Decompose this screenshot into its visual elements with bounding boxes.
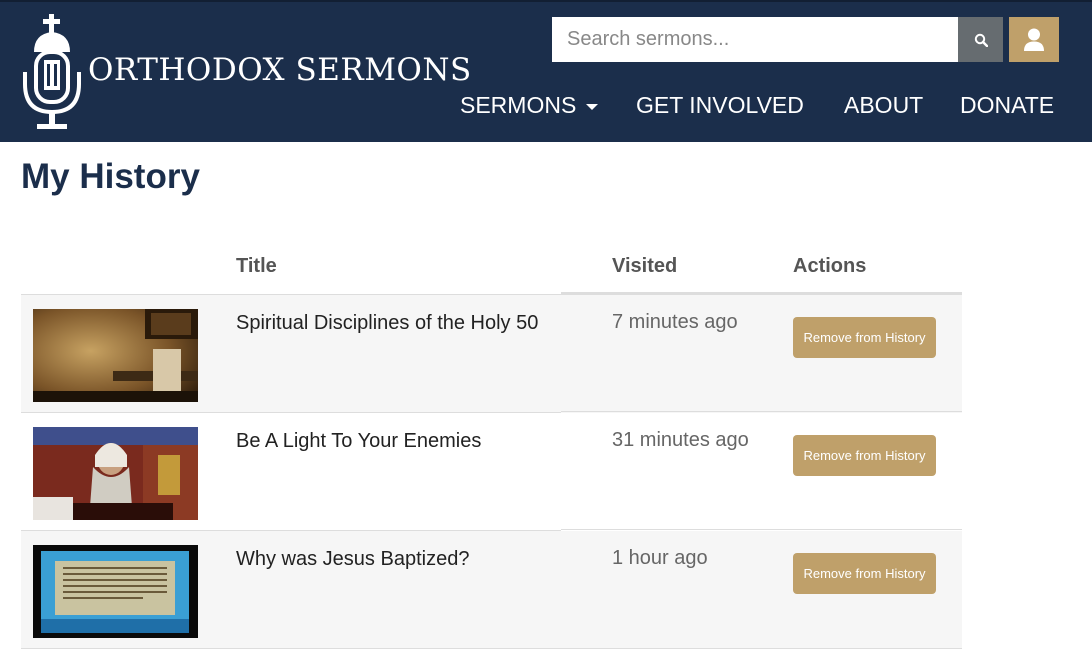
user-account-button[interactable]	[1009, 17, 1059, 62]
nav-sermons-label: SERMONS	[460, 92, 577, 118]
remove-from-history-button[interactable]: Remove from History	[793, 317, 936, 358]
nav-get-involved[interactable]: GET INVOLVED	[636, 92, 804, 119]
visited-time: 1 hour ago	[612, 547, 708, 569]
sermon-title-link[interactable]: Spiritual Disciplines of the Holy 50	[236, 312, 538, 335]
nav-get-involved-label: GET INVOLVED	[636, 92, 804, 118]
nav-donate-label: DONATE	[960, 92, 1055, 118]
sermon-title-link[interactable]: Why was Jesus Baptized?	[236, 548, 469, 571]
nav-about-label: ABOUT	[844, 92, 924, 118]
row-divider	[21, 648, 962, 649]
sermon-thumbnail[interactable]	[33, 545, 198, 638]
remove-from-history-button[interactable]: Remove from History	[793, 553, 936, 594]
user-icon	[1024, 28, 1044, 51]
search-input[interactable]	[552, 17, 958, 62]
row-divider	[561, 411, 962, 412]
site-header: ORTHODOX SERMONS SERMONS GET INVOLVED AB…	[0, 0, 1092, 142]
sermon-thumbnail[interactable]	[33, 427, 198, 520]
column-header-visited: Visited	[612, 255, 678, 277]
visited-time: 7 minutes ago	[612, 311, 738, 333]
column-header-actions: Actions	[793, 255, 867, 277]
site-brand[interactable]: ORTHODOX SERMONS	[88, 52, 472, 88]
chevron-down-icon	[586, 103, 599, 110]
row-divider	[561, 529, 962, 530]
table-row: Why was Jesus Baptized? 1 hour ago Remov…	[21, 531, 962, 649]
search-icon	[974, 33, 988, 47]
page-title: My History	[21, 157, 200, 196]
table-row: Be A Light To Your Enemies 31 minutes ag…	[21, 413, 962, 531]
visited-time: 31 minutes ago	[612, 429, 749, 451]
column-header-title: Title	[236, 255, 277, 277]
table-row: Spiritual Disciplines of the Holy 50 7 m…	[21, 295, 962, 413]
sermon-title-link[interactable]: Be A Light To Your Enemies	[236, 430, 481, 453]
sermon-thumbnail[interactable]	[33, 309, 198, 402]
nav-donate[interactable]: DONATE	[960, 92, 1054, 119]
search-button[interactable]	[958, 17, 1003, 62]
nav-about[interactable]: ABOUT	[844, 92, 923, 119]
microphone-church-logo-icon[interactable]	[20, 12, 84, 134]
nav-sermons[interactable]: SERMONS	[460, 92, 599, 119]
remove-from-history-button[interactable]: Remove from History	[793, 435, 936, 476]
